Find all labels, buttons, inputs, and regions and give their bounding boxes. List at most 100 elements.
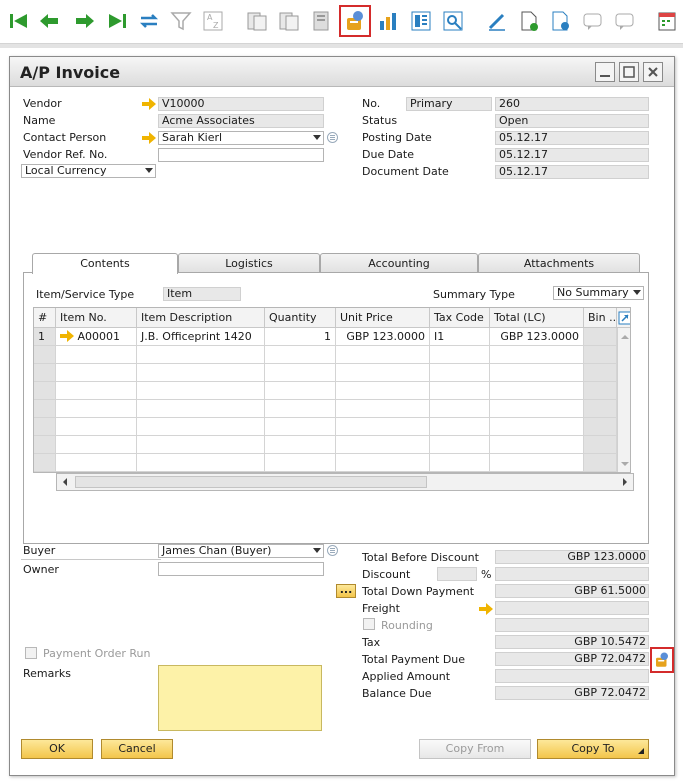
column-header-quantity[interactable]: Quantity — [265, 308, 336, 328]
due-date-field[interactable]: 05.12.17 — [495, 148, 649, 162]
vertical-scrollbar[interactable] — [617, 328, 630, 472]
empty-cell[interactable] — [490, 364, 584, 382]
empty-cell[interactable] — [336, 400, 430, 418]
first-record-icon[interactable] — [4, 6, 34, 36]
empty-cell[interactable] — [584, 436, 617, 454]
empty-cell[interactable] — [584, 346, 617, 364]
empty-cell[interactable] — [265, 382, 336, 400]
vendor-field[interactable]: V10000 — [158, 97, 324, 111]
name-field[interactable]: Acme Associates — [158, 114, 324, 128]
column-header-unit-price[interactable]: Unit Price — [336, 308, 430, 328]
window-titlebar[interactable]: A/P Invoice — [10, 57, 674, 87]
empty-cell[interactable] — [34, 364, 56, 382]
horizontal-scrollbar[interactable] — [56, 473, 634, 491]
summary-type-select[interactable]: No Summary — [553, 286, 644, 300]
total-lc-cell[interactable]: GBP 123.0000 — [490, 328, 584, 346]
empty-cell[interactable] — [430, 400, 490, 418]
next-record-icon[interactable] — [70, 6, 100, 36]
layout-icon[interactable] — [306, 6, 336, 36]
empty-cell[interactable] — [336, 346, 430, 364]
empty-cell[interactable] — [265, 454, 336, 472]
list-icon[interactable] — [327, 132, 338, 143]
empty-cell[interactable] — [265, 346, 336, 364]
empty-cell[interactable] — [34, 346, 56, 364]
document-date-field[interactable]: 05.12.17 — [495, 165, 649, 179]
vendor-link-arrow-icon[interactable] — [142, 98, 156, 110]
empty-cell[interactable] — [137, 400, 265, 418]
empty-cell[interactable] — [56, 364, 137, 382]
doc-number-field[interactable]: 260 — [495, 97, 649, 111]
column-header-item-no[interactable]: Item No. — [56, 308, 137, 328]
previous-record-icon[interactable] — [34, 6, 64, 36]
empty-cell[interactable] — [265, 436, 336, 454]
empty-cell[interactable] — [490, 400, 584, 418]
copy-from-button[interactable]: Copy From — [419, 739, 531, 759]
target-document-icon[interactable] — [274, 6, 304, 36]
empty-cell[interactable] — [137, 364, 265, 382]
empty-cell[interactable] — [56, 454, 137, 472]
scroll-thumb[interactable] — [75, 476, 427, 488]
empty-cell[interactable] — [265, 364, 336, 382]
empty-cell[interactable] — [336, 436, 430, 454]
copy-to-button[interactable]: Copy To — [537, 739, 649, 759]
payment-means-icon[interactable] — [650, 647, 674, 673]
cancel-button[interactable]: Cancel — [101, 739, 173, 759]
numbering-series-field[interactable]: Primary — [406, 97, 492, 111]
expand-columns-icon[interactable] — [617, 308, 630, 328]
empty-cell[interactable] — [336, 418, 430, 436]
posting-date-field[interactable]: 05.12.17 — [495, 131, 649, 145]
empty-cell[interactable] — [490, 436, 584, 454]
buyer-select[interactable]: James Chan (Buyer) — [158, 544, 324, 558]
bin-cell[interactable] — [584, 328, 617, 346]
list-icon[interactable] — [327, 545, 338, 556]
quantity-cell[interactable]: 1 — [265, 328, 336, 346]
empty-cell[interactable] — [490, 382, 584, 400]
empty-cell[interactable] — [336, 364, 430, 382]
empty-cell[interactable] — [336, 454, 430, 472]
empty-cell[interactable] — [336, 382, 430, 400]
refresh-icon[interactable] — [134, 6, 164, 36]
discount-amount-field[interactable] — [495, 567, 649, 581]
tab-logistics[interactable]: Logistics — [178, 253, 320, 273]
empty-cell[interactable] — [56, 382, 137, 400]
empty-cell[interactable] — [137, 454, 265, 472]
empty-cell[interactable] — [34, 400, 56, 418]
empty-cell[interactable] — [430, 436, 490, 454]
item-description-cell[interactable]: J.B. Officeprint 1420 — [137, 328, 265, 346]
rounding-checkbox[interactable] — [363, 618, 375, 630]
empty-cell[interactable] — [265, 400, 336, 418]
column-header-tax-code[interactable]: Tax Code — [430, 308, 490, 328]
edit-icon[interactable] — [482, 6, 512, 36]
item-type-field[interactable]: Item — [163, 287, 241, 301]
item-no-cell[interactable]: A00001 — [56, 328, 137, 346]
tab-contents[interactable]: Contents — [32, 253, 178, 274]
payment-order-checkbox[interactable] — [25, 647, 37, 659]
maximize-icon[interactable] — [619, 62, 639, 82]
vendor-ref-field[interactable] — [158, 148, 324, 162]
contact-link-arrow-icon[interactable] — [142, 132, 156, 144]
column-header-row-number[interactable]: # — [34, 308, 56, 328]
payment-means-icon[interactable] — [339, 5, 371, 37]
settings-icon[interactable] — [546, 6, 576, 36]
remarks-textarea[interactable] — [158, 665, 322, 731]
down-payment-browse-button[interactable]: ... — [336, 584, 356, 598]
empty-cell[interactable] — [430, 364, 490, 382]
empty-cell[interactable] — [56, 436, 137, 454]
message-icon[interactable] — [578, 6, 608, 36]
owner-field[interactable] — [158, 562, 324, 576]
base-document-icon[interactable] — [242, 6, 272, 36]
empty-cell[interactable] — [137, 346, 265, 364]
unit-price-cell[interactable]: GBP 123.0000 — [336, 328, 430, 346]
empty-cell[interactable] — [34, 418, 56, 436]
item-link-arrow-icon[interactable] — [60, 330, 74, 342]
empty-cell[interactable] — [56, 418, 137, 436]
empty-cell[interactable] — [490, 418, 584, 436]
empty-cell[interactable] — [430, 346, 490, 364]
gross-profit-icon[interactable] — [374, 6, 404, 36]
empty-cell[interactable] — [137, 418, 265, 436]
row-number-cell[interactable]: 1 — [34, 328, 56, 346]
empty-cell[interactable] — [584, 418, 617, 436]
empty-cell[interactable] — [430, 382, 490, 400]
ok-button[interactable]: OK — [21, 739, 93, 759]
freight-link-arrow-icon[interactable] — [479, 603, 493, 615]
